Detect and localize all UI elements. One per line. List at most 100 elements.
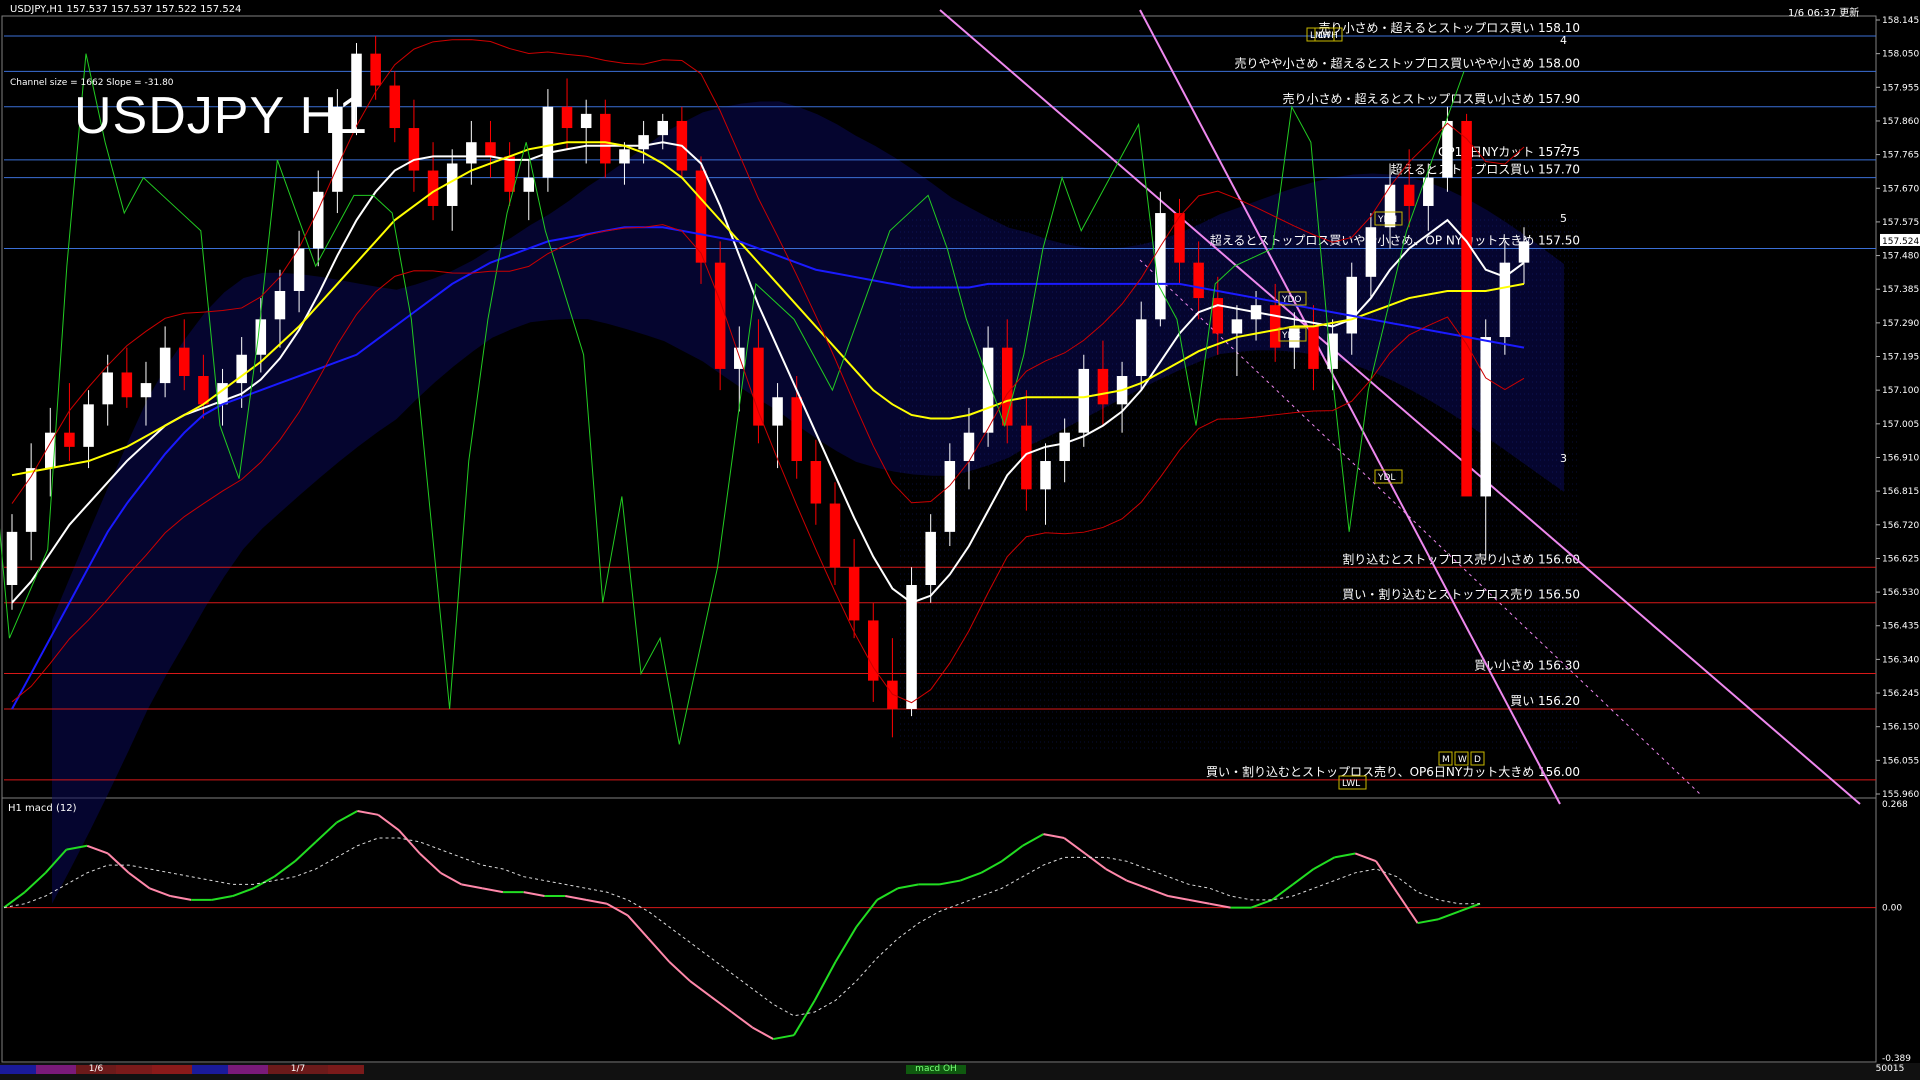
macd-main-segment bbox=[149, 887, 171, 897]
level-label: 買い 156.20 bbox=[1510, 694, 1580, 708]
box-label: W bbox=[1458, 755, 1467, 765]
macd-main-segment bbox=[710, 995, 733, 1013]
bear-candle bbox=[1097, 368, 1109, 405]
macd-main-segment bbox=[689, 980, 712, 998]
bull-candle bbox=[446, 163, 458, 206]
price-tick-label: 157.385 bbox=[1882, 285, 1919, 295]
price-tick-label: 157.290 bbox=[1882, 319, 1919, 329]
macd-main-segment bbox=[1188, 898, 1210, 905]
bull-candle bbox=[657, 120, 668, 136]
bear-candle bbox=[753, 347, 764, 426]
price-tick-label: 157.575 bbox=[1882, 218, 1919, 228]
macd-main-segment bbox=[751, 1026, 774, 1040]
macd-main-segment bbox=[1167, 895, 1190, 901]
bear-candle bbox=[1193, 262, 1204, 299]
box-label: LWL bbox=[1342, 779, 1360, 789]
bull-candle bbox=[1518, 241, 1530, 263]
macd-main-segment bbox=[211, 895, 233, 901]
macd-main-segment bbox=[440, 871, 462, 886]
indicator-tab[interactable]: macd OH bbox=[906, 1065, 966, 1074]
macd-main-segment bbox=[565, 895, 587, 901]
tab-color-3[interactable] bbox=[116, 1065, 152, 1074]
level-label: 超えるとストップロス買い 157.70 bbox=[1391, 162, 1580, 177]
bull-candle bbox=[1480, 337, 1491, 497]
macd-main-segment bbox=[855, 899, 878, 928]
tab-date-1[interactable]: 1/6 bbox=[76, 1065, 116, 1074]
tab-color-1[interactable] bbox=[0, 1065, 36, 1074]
tab-color-5[interactable] bbox=[192, 1065, 228, 1074]
price-tick-label: 157.955 bbox=[1882, 83, 1919, 93]
bear-candle bbox=[1174, 213, 1185, 263]
bull-candle bbox=[963, 432, 975, 462]
level-label: 売り小さめ・超えるとストップロス買い小さめ 157.90 bbox=[1283, 91, 1580, 106]
bull-candle bbox=[619, 149, 630, 164]
macd-main-segment bbox=[1147, 887, 1169, 897]
macd-main-segment bbox=[1250, 898, 1273, 909]
bear-candle bbox=[887, 680, 898, 709]
bear-candle bbox=[64, 432, 75, 447]
macd-main-segment bbox=[731, 1011, 753, 1029]
macd-main-segment bbox=[1438, 910, 1460, 921]
price-tick-label: 156.720 bbox=[1882, 521, 1919, 531]
macd-tick-label: 0.268 bbox=[1882, 800, 1908, 810]
macd-main-segment bbox=[24, 872, 47, 893]
bear-candle bbox=[178, 347, 190, 377]
tab-date-2[interactable]: 1/7 bbox=[268, 1065, 328, 1074]
macd-main-segment bbox=[1105, 868, 1128, 882]
price-tick-label: 156.340 bbox=[1882, 655, 1919, 665]
price-tick-label: 157.195 bbox=[1882, 353, 1919, 363]
box-label: LMH bbox=[1310, 31, 1330, 41]
tab-color-7[interactable] bbox=[328, 1065, 364, 1074]
macd-title: H1 macd (12) bbox=[8, 803, 77, 814]
macd-main-segment bbox=[1063, 837, 1086, 855]
macd-main-segment bbox=[128, 872, 151, 890]
price-tick-label: 156.910 bbox=[1882, 453, 1919, 463]
macd-main-segment bbox=[1417, 918, 1439, 925]
macd-main-segment bbox=[897, 883, 919, 890]
channel-marker: 4 bbox=[1560, 34, 1567, 47]
macd-main-segment bbox=[523, 891, 545, 897]
bear-candle bbox=[198, 376, 209, 405]
bull-candle bbox=[1135, 319, 1147, 377]
bull-candle bbox=[1365, 227, 1377, 277]
tab-color-4[interactable] bbox=[152, 1065, 192, 1074]
macd-main-segment bbox=[939, 879, 961, 886]
price-tick-label: 157.100 bbox=[1882, 386, 1919, 396]
macd-main-segment bbox=[813, 961, 837, 1001]
symbol-info: USDJPY,H1 157.537 157.537 157.522 157.52… bbox=[10, 4, 242, 15]
macd-main-segment bbox=[606, 902, 629, 917]
macd-main-segment bbox=[1334, 852, 1356, 859]
channel-info: Channel size = 1662 Slope = -31.80 bbox=[10, 78, 174, 88]
channel-marker: 2 bbox=[1560, 142, 1567, 155]
level-label: 売りやや小さめ・超えるとストップロス買いやや小さめ 158.00 bbox=[1235, 55, 1580, 70]
macd-main-segment bbox=[461, 883, 483, 890]
macd-main-segment bbox=[294, 841, 317, 862]
tab-color-6[interactable] bbox=[228, 1065, 268, 1074]
macd-main-segment bbox=[959, 871, 982, 882]
macd-main-segment bbox=[876, 887, 899, 901]
bear-candle bbox=[1308, 326, 1319, 369]
tab-color-2[interactable] bbox=[36, 1065, 76, 1074]
bottom-tab-bar: 1/6 1/7 macd OH 50015 bbox=[0, 1063, 1920, 1080]
current-price-label: 157.524 bbox=[1882, 237, 1919, 247]
macd-main-segment bbox=[1292, 868, 1315, 886]
macd-main-segment bbox=[3, 891, 26, 909]
macd-main-segment bbox=[377, 814, 400, 832]
macd-main-segment bbox=[315, 821, 338, 843]
bear-candle bbox=[504, 156, 515, 192]
price-tick-label: 156.150 bbox=[1882, 723, 1919, 733]
macd-main-segment bbox=[419, 852, 442, 874]
price-tick-label: 157.480 bbox=[1882, 252, 1919, 262]
bull-candle bbox=[523, 177, 535, 192]
macd-main-segment bbox=[793, 999, 816, 1036]
macd-main-segment bbox=[1313, 856, 1335, 870]
bull-candle bbox=[140, 383, 152, 398]
bear-candle bbox=[714, 262, 726, 369]
bull-candle bbox=[102, 372, 113, 405]
price-tick-label: 156.625 bbox=[1882, 554, 1919, 564]
macd-main-segment bbox=[481, 887, 504, 894]
bear-candle bbox=[848, 567, 860, 621]
bottom-code: 50015 bbox=[1875, 1064, 1905, 1074]
bull-candle bbox=[293, 248, 305, 291]
bear-candle bbox=[408, 128, 420, 171]
